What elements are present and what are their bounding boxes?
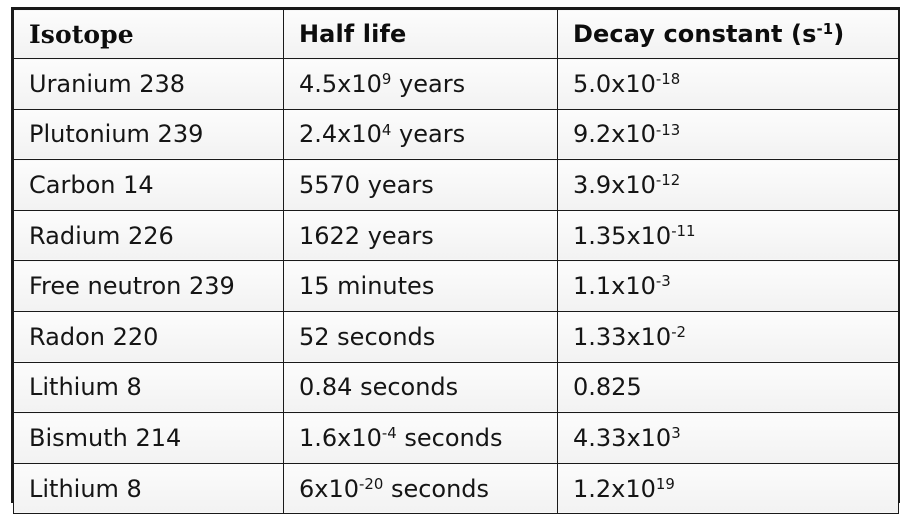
isotope-decay-table-container: Isotope Half life Decay constant (s-1) U… bbox=[11, 7, 900, 515]
cell-decay-constant-mantissa: 0.825 bbox=[573, 373, 642, 402]
cell-half-life-mantissa: 2.4x10 bbox=[299, 120, 382, 149]
cell-half-life-unit: years bbox=[391, 120, 466, 149]
cell-isotope: Radon 220 bbox=[13, 310, 284, 363]
cell-isotope: Plutonium 239 bbox=[13, 108, 284, 161]
cell-decay-constant: 9.2x10-13 bbox=[557, 108, 899, 161]
cell-half-life-mantissa: 1.6x10 bbox=[299, 423, 382, 452]
cell-half-life-unit: seconds bbox=[383, 474, 490, 503]
cell-half-life: 15 minutes bbox=[283, 260, 558, 312]
cell-half-life: 52 seconds bbox=[283, 310, 558, 363]
cell-isotope: Lithium 8 bbox=[13, 462, 284, 515]
cell-decay-constant: 5.0x10-18 bbox=[557, 58, 899, 110]
column-header-decay-constant-base: Decay constant (s bbox=[573, 20, 817, 48]
cell-decay-constant-mantissa: 1.35x10 bbox=[573, 221, 672, 250]
cell-half-life-mantissa: 1622 years bbox=[299, 221, 434, 250]
cell-decay-constant: 1.33x10-2 bbox=[557, 310, 899, 363]
table-row: Radium 226 1622 years 1.35x10-11 bbox=[13, 209, 899, 262]
table-row: Lithium 8 0.84 seconds 0.825 bbox=[13, 361, 899, 414]
cell-half-life: 5570 years bbox=[283, 159, 558, 211]
cell-decay-constant-exponent: -11 bbox=[671, 221, 696, 240]
column-header-decay-constant-tail: ) bbox=[833, 20, 845, 48]
cell-half-life-mantissa: 15 minutes bbox=[299, 272, 435, 301]
table-row: Uranium 238 4.5x109 years 5.0x10-18 bbox=[13, 58, 899, 110]
cell-half-life: 2.4x104 years bbox=[283, 108, 558, 161]
cell-decay-constant: 1.1x10-3 bbox=[557, 260, 899, 312]
cell-half-life-unit: years bbox=[391, 69, 466, 98]
cell-decay-constant-mantissa: 3.9x10 bbox=[573, 170, 656, 199]
cell-decay-constant-mantissa: 9.2x10 bbox=[573, 120, 656, 149]
cell-isotope: Radium 226 bbox=[13, 209, 284, 262]
cell-decay-constant-exponent: 19 bbox=[655, 474, 675, 493]
cell-decay-constant-exponent: -3 bbox=[655, 272, 671, 291]
cell-decay-constant-mantissa: 1.33x10 bbox=[573, 322, 672, 351]
column-header-decay-constant: Decay constant (s-1) bbox=[557, 9, 899, 59]
cell-half-life: 6x10-20 seconds bbox=[283, 462, 558, 515]
cell-half-life-exponent: -20 bbox=[359, 474, 384, 493]
cell-isotope: Lithium 8 bbox=[13, 361, 284, 414]
table-row: Carbon 14 5570 years 3.9x10-12 bbox=[13, 159, 899, 211]
table-body: Uranium 238 4.5x109 years 5.0x10-18 Plutoni… bbox=[13, 58, 899, 515]
column-header-decay-constant-exponent: -1 bbox=[816, 20, 834, 39]
cell-half-life-mantissa: 0.84 seconds bbox=[299, 373, 459, 402]
isotope-decay-table: Isotope Half life Decay constant (s-1) U… bbox=[13, 9, 899, 515]
cell-decay-constant: 1.35x10-11 bbox=[557, 209, 899, 262]
cell-decay-constant: 3.9x10-12 bbox=[557, 159, 899, 211]
cell-isotope: Free neutron 239 bbox=[13, 260, 284, 312]
cell-half-life-mantissa: 5570 years bbox=[299, 170, 434, 199]
table-row: Free neutron 239 15 minutes 1.1x10-3 bbox=[13, 260, 899, 312]
cell-decay-constant: 0.825 bbox=[557, 361, 899, 414]
cell-half-life-mantissa: 4.5x10 bbox=[299, 69, 382, 98]
cell-half-life-mantissa: 6x10 bbox=[299, 474, 360, 503]
cell-decay-constant-mantissa: 1.1x10 bbox=[573, 272, 656, 301]
cell-decay-constant-exponent: -2 bbox=[671, 323, 687, 342]
cell-decay-constant-mantissa: 5.0x10 bbox=[573, 69, 656, 98]
cell-half-life: 1622 years bbox=[283, 209, 558, 262]
cell-isotope: Carbon 14 bbox=[13, 159, 284, 211]
cell-half-life: 4.5x109 years bbox=[283, 58, 558, 110]
cell-decay-constant-exponent: -12 bbox=[655, 171, 681, 190]
cell-half-life-exponent: -4 bbox=[381, 424, 397, 443]
cell-decay-constant: 4.33x103 bbox=[557, 412, 899, 464]
cell-half-life-exponent: 9 bbox=[381, 70, 392, 89]
cell-decay-constant-mantissa: 4.33x10 bbox=[573, 423, 672, 452]
table-row: Plutonium 239 2.4x104 years 9.2x10-13 bbox=[13, 108, 899, 161]
table-row: Lithium 8 6x10-20 seconds 1.2x1019 bbox=[13, 462, 899, 515]
cell-half-life-mantissa: 52 seconds bbox=[299, 322, 436, 351]
table-header: Isotope Half life Decay constant (s-1) bbox=[13, 9, 899, 59]
cell-isotope: Uranium 238 bbox=[13, 58, 284, 110]
cell-decay-constant-mantissa: 1.2x10 bbox=[573, 474, 656, 503]
cell-half-life: 1.6x10-4 seconds bbox=[283, 412, 558, 464]
table-row: Radon 220 52 seconds 1.33x10-2 bbox=[13, 310, 899, 363]
cell-decay-constant: 1.2x1019 bbox=[557, 462, 899, 515]
cell-decay-constant-exponent: -18 bbox=[655, 70, 681, 89]
cell-half-life-unit: seconds bbox=[396, 423, 503, 452]
cell-decay-constant-exponent: -13 bbox=[655, 120, 681, 139]
column-header-isotope: Isotope bbox=[13, 9, 284, 59]
cell-half-life-exponent: 4 bbox=[381, 120, 392, 139]
table-row: Bismuth 214 1.6x10-4 seconds 4.33x103 bbox=[13, 412, 899, 464]
cell-half-life: 0.84 seconds bbox=[283, 361, 558, 414]
table-header-row: Isotope Half life Decay constant (s-1) bbox=[13, 9, 899, 59]
cell-decay-constant-exponent: 3 bbox=[671, 424, 681, 443]
cell-isotope: Bismuth 214 bbox=[13, 412, 284, 464]
column-header-half-life: Half life bbox=[283, 9, 558, 59]
